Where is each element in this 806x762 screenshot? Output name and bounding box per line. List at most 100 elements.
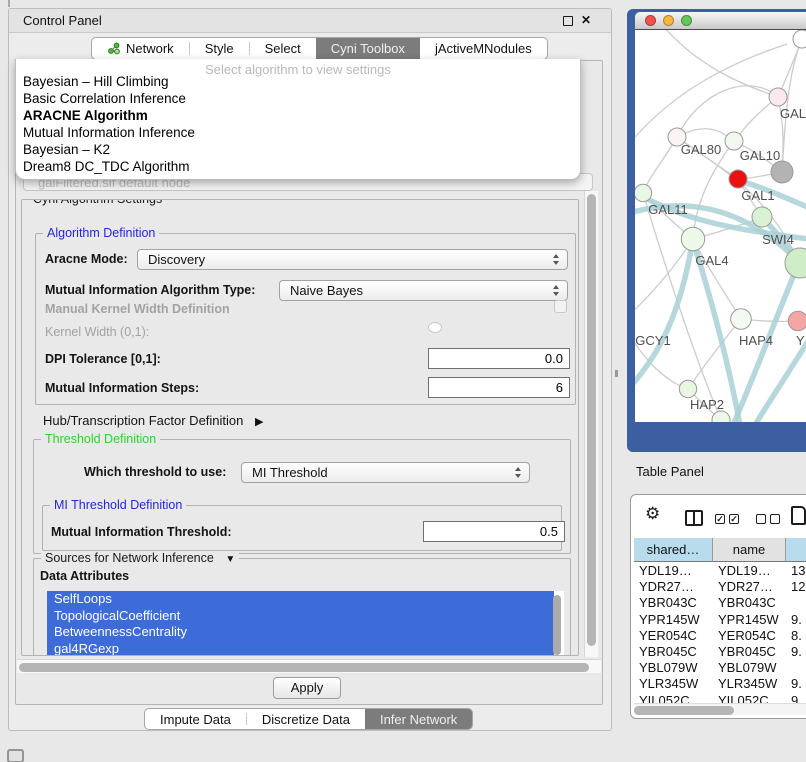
mi-algorithm-type-select[interactable]: Naive Bayes (279, 280, 568, 301)
which-threshold-value: MI Threshold (252, 463, 328, 482)
network-node-label: GAL4 (695, 253, 728, 268)
table-row[interactable]: YLR345WYLR345W9. (634, 676, 806, 692)
deselect-all-icon[interactable] (756, 514, 784, 524)
group-title: Algorithm Definition (43, 226, 159, 240)
mi-steps-input[interactable] (428, 377, 570, 398)
gear-icon[interactable]: ⚙ (645, 504, 660, 524)
tab-impute-data[interactable]: Impute Data (145, 709, 246, 729)
kernel-width-input[interactable] (428, 322, 442, 333)
file-icon[interactable] (791, 506, 806, 525)
network-node[interactable] (681, 227, 704, 250)
table-cell: 9. (786, 693, 806, 704)
column-header-extra[interactable] (786, 538, 806, 562)
which-threshold-select[interactable]: MI Threshold (241, 462, 530, 483)
vertical-scrollbar[interactable] (584, 191, 598, 657)
control-panel-titlebar: Control Panel ✕ (9, 9, 611, 33)
table-row[interactable]: YBR045CYBR045C9. (634, 644, 806, 660)
table-row[interactable]: YDL19…YDL19…13 (634, 563, 806, 579)
table-cell: YDL19… (634, 563, 713, 579)
network-canvas-wrap[interactable]: GALGAL80GAL10GAL1GAL11SWI4GAL4GCY1HAP4YH… (635, 30, 806, 422)
attribute-item-betweennesscentrality[interactable]: BetweennessCentrality (47, 624, 554, 641)
table-row[interactable]: YBL079WYBL079W (634, 660, 806, 676)
apply-button[interactable]: Apply (273, 677, 341, 699)
attribute-item-topologicalcoefficient[interactable]: TopologicalCoefficient (47, 608, 554, 625)
network-titlebar[interactable] (635, 12, 806, 30)
column-header-name[interactable]: name (713, 538, 786, 562)
dpi-tolerance-input[interactable] (428, 348, 570, 369)
table-cell (786, 595, 806, 611)
collapse-down-arrow-icon[interactable]: ▼ (225, 554, 235, 565)
network-node[interactable] (729, 170, 747, 188)
traffic-light-minimize-icon[interactable] (663, 15, 674, 26)
algorithm-option-aracne-algorithm[interactable]: ARACNE Algorithm (16, 108, 580, 125)
network-node-label: GAL1 (741, 188, 774, 203)
data-attributes-label: Data Attributes (40, 569, 129, 583)
table-row[interactable]: YER054CYER054C8. (634, 628, 806, 644)
network-node[interactable] (769, 88, 787, 106)
kernel-width-label: Kernel Width (0,1): (45, 325, 149, 339)
horizontal-scrollbar-thumb[interactable] (19, 663, 589, 672)
panel-splitter-handle[interactable] (615, 370, 618, 377)
table-row[interactable]: YBR043CYBR043C (634, 595, 806, 611)
attribute-list-scrollbar[interactable] (553, 595, 561, 655)
table-cell: YER054C (713, 628, 786, 644)
mi-threshold-definition-group: MI Threshold Definition Mutual Informati… (42, 505, 562, 551)
tab-network[interactable]: Network (92, 38, 189, 59)
algorithm-option-basic-correlation-inference[interactable]: Basic Correlation Inference (16, 91, 580, 108)
traffic-lights (645, 15, 692, 26)
network-node[interactable] (731, 309, 752, 330)
network-node[interactable] (771, 161, 793, 183)
algorithm-option-dream8-dc-tdc-algorithm[interactable]: Dream8 DC_TDC Algorithm (16, 159, 580, 176)
float-window-icon[interactable] (563, 16, 573, 26)
mi-threshold-label: Mutual Information Threshold: (51, 525, 232, 539)
table-cell: YIL052C (634, 693, 713, 704)
table-row[interactable]: YIL052CYIL052C9. (634, 693, 806, 704)
algorithm-definition-group: Algorithm Definition Aracne Mode: Discov… (35, 233, 576, 405)
horizontal-scrollbar[interactable] (17, 659, 601, 673)
tab-cyni-toolbox[interactable]: Cyni Toolbox (316, 38, 420, 59)
columns-icon[interactable] (685, 510, 703, 526)
network-node-label: GCY1 (635, 333, 670, 348)
traffic-light-zoom-icon[interactable] (681, 15, 692, 26)
table-horizontal-scrollbar[interactable] (634, 703, 806, 715)
tab-discretize-data[interactable]: Discretize Data (247, 709, 365, 729)
network-node[interactable] (788, 311, 806, 330)
column-header-shared[interactable]: shared… (634, 538, 713, 562)
vertical-scrollbar-thumb[interactable] (587, 194, 596, 646)
table-row[interactable]: YDR27…YDR27…12 (634, 579, 806, 595)
attribute-item-gal4rgexp[interactable]: gal4RGexp (47, 641, 554, 657)
algorithm-popup-list: Bayesian – Hill ClimbingBasic Correlatio… (16, 74, 580, 175)
table-cell: YPR145W (713, 612, 786, 628)
network-node[interactable] (635, 184, 652, 201)
which-threshold-label: Which threshold to use: (84, 465, 226, 479)
network-node[interactable] (752, 207, 772, 227)
tab-style[interactable]: Style (190, 38, 249, 59)
table-scrollbar-thumb[interactable] (634, 706, 734, 715)
network-node[interactable] (679, 380, 696, 397)
select-all-icon[interactable]: ✓✓ (715, 514, 743, 524)
aracne-mode-label: Aracne Mode: (45, 252, 128, 266)
table-cell: YBR043C (713, 595, 786, 611)
manual-kernel-width-checkbox[interactable] (554, 300, 567, 313)
table-row[interactable]: YPR145WYPR145W9. (634, 612, 806, 628)
close-icon[interactable]: ✕ (581, 13, 591, 27)
algorithm-option-bayesian-k2[interactable]: Bayesian – K2 (16, 142, 580, 159)
network-node[interactable] (793, 30, 806, 48)
mi-threshold-input[interactable] (423, 521, 565, 542)
hub-definition-expander[interactable]: Hub/Transcription Factor Definition ▶ (43, 413, 263, 428)
tab-label: Style (205, 41, 234, 56)
tab-jactivemnodules[interactable]: jActiveMNodules (420, 38, 547, 59)
aracne-mode-select[interactable]: Discovery (137, 249, 568, 270)
collapsed-panel-icon[interactable] (7, 749, 24, 762)
traffic-light-close-icon[interactable] (645, 15, 656, 26)
tab-select[interactable]: Select (250, 38, 316, 59)
network-node[interactable] (712, 411, 730, 422)
attribute-item-selfloops[interactable]: SelfLoops (47, 591, 554, 608)
screenshot-stage: Control Panel ✕ Network Style Select Cyni T… (0, 0, 806, 762)
algorithm-option-mutual-information-inference[interactable]: Mutual Information Inference (16, 125, 580, 142)
network-icon (107, 42, 120, 55)
network-edge (677, 86, 778, 137)
tab-label: Cyni Toolbox (331, 41, 405, 56)
tab-infer-network[interactable]: Infer Network (365, 709, 472, 729)
stepper-icon (515, 467, 522, 478)
